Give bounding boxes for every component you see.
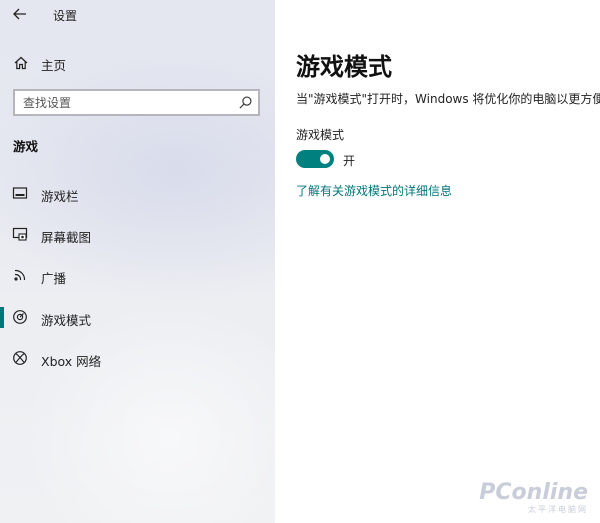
sidebar-item-label: 游戏栏 [41,189,79,204]
back-arrow-icon [13,8,26,20]
screen-capture-icon [12,227,28,241]
page-description: 当"游戏模式"打开时，Windows 将优化你的电脑以更方便 [296,92,600,106]
home-icon [14,56,28,70]
search-icon[interactable] [238,95,253,110]
watermark-logo: PConline 太平洋电脑网 [479,482,588,515]
sidebar: 设置 主页 游戏 游戏栏 屏幕截图 [0,0,275,523]
sidebar-item-broadcast[interactable]: 广播 [0,260,275,290]
watermark-subtitle: 太平洋电脑网 [528,505,588,514]
broadcast-icon [14,269,26,281]
learn-more-link[interactable]: 了解有关游戏模式的详细信息 [296,182,452,199]
title-bar: 设置 [0,0,275,28]
home-label: 主页 [41,58,67,73]
sidebar-item-label: 屏幕截图 [41,230,92,245]
search-box[interactable] [13,89,260,116]
back-button[interactable] [8,3,32,25]
watermark-logo-text: PConline [479,480,588,505]
section-title: 游戏 [13,139,39,154]
sidebar-item-game-bar[interactable]: 游戏栏 [0,178,275,208]
app-title: 设置 [53,9,78,23]
game-bar-icon [12,187,28,199]
sidebar-item-label: 游戏模式 [41,313,92,328]
sidebar-item-screen-capture[interactable]: 屏幕截图 [0,219,275,249]
toggle-knob [320,154,330,164]
game-mode-toggle[interactable] [296,150,334,168]
page-title: 游戏模式 [296,53,392,81]
home-nav-item[interactable]: 主页 [0,50,275,76]
sidebar-item-label: Xbox 网络 [41,354,102,369]
active-indicator [0,307,4,328]
sidebar-item-game-mode[interactable]: 游戏模式 [0,302,275,332]
xbox-icon [13,351,27,365]
sidebar-item-xbox-network[interactable]: Xbox 网络 [0,343,275,373]
game-mode-setting-label: 游戏模式 [296,128,345,142]
toggle-state-label: 开 [343,154,356,168]
game-mode-icon [13,310,27,324]
main-content: 游戏模式 当"游戏模式"打开时，Windows 将优化你的电脑以更方便 游戏模式… [275,0,600,523]
sidebar-item-label: 广播 [41,271,67,286]
search-input[interactable] [23,93,233,113]
